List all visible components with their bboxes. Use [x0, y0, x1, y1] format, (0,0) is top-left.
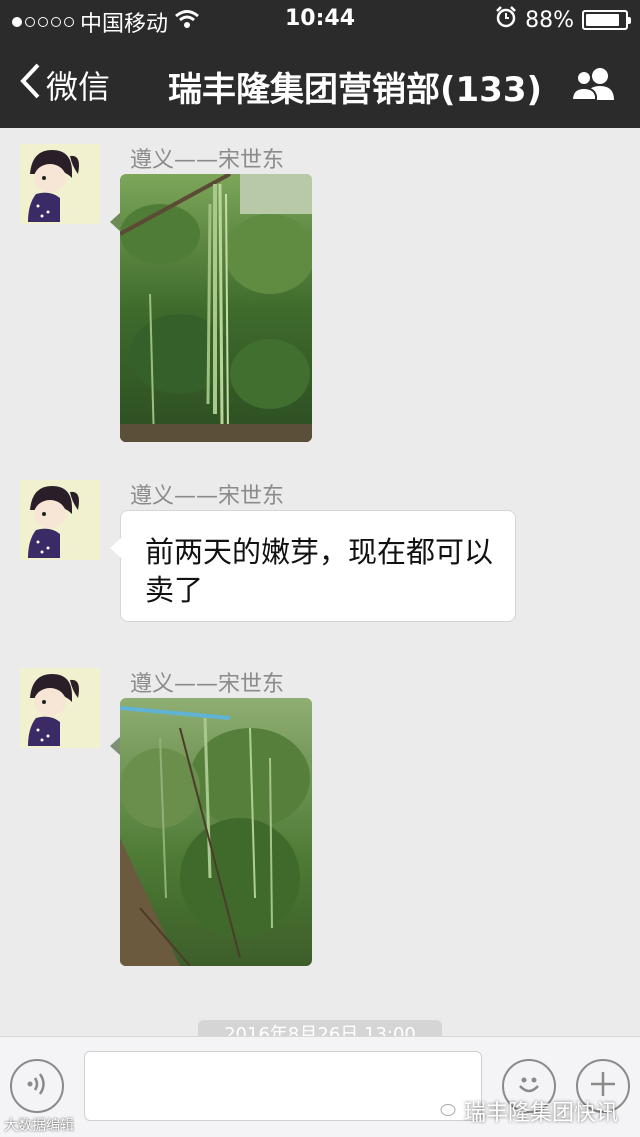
avatar[interactable] [20, 668, 100, 748]
back-button[interactable]: 微信 [18, 62, 110, 108]
avatar[interactable] [20, 144, 100, 224]
message-text: 前两天的嫩芽，现在都可以卖了 [145, 535, 494, 607]
alarm-clock-icon [495, 6, 517, 34]
watermark-small: 大数据编辑 [4, 1118, 74, 1134]
battery-fill [586, 14, 619, 26]
chevron-left-icon [18, 62, 42, 108]
bubble-tail [110, 538, 121, 558]
message-input[interactable] [84, 1051, 482, 1121]
voice-icon [24, 1071, 50, 1101]
sender-name: 遵义——宋世东 [130, 148, 285, 173]
sender-name: 遵义——宋世东 [130, 672, 285, 697]
battery-percent: 88% [525, 7, 574, 33]
wechat-logo-icon [432, 1098, 456, 1124]
sender-name: 遵义——宋世东 [130, 484, 285, 509]
message-photo[interactable] [120, 698, 312, 966]
status-right: 88% [495, 6, 631, 34]
message-photo[interactable] [120, 174, 312, 442]
input-bar: 瑞丰隆集团快讯 大数据编辑 [0, 1036, 640, 1137]
back-label: 微信 [46, 68, 111, 106]
chat-title: 瑞丰隆集团营销部(133) [167, 70, 543, 110]
nav-bar: 微信 瑞丰隆集团营销部(133) [0, 40, 640, 128]
voice-button[interactable] [10, 1059, 64, 1113]
watermark: 瑞丰隆集团快讯 [432, 1095, 618, 1127]
text-bubble[interactable]: 前两天的嫩芽，现在都可以卖了 [120, 510, 516, 622]
watermark-text: 瑞丰隆集团快讯 [463, 1101, 618, 1126]
status-bar: 中国移动 10:44 88% [0, 0, 640, 40]
battery-icon [582, 10, 631, 30]
group-people-icon[interactable] [570, 66, 618, 106]
avatar[interactable] [20, 480, 100, 560]
